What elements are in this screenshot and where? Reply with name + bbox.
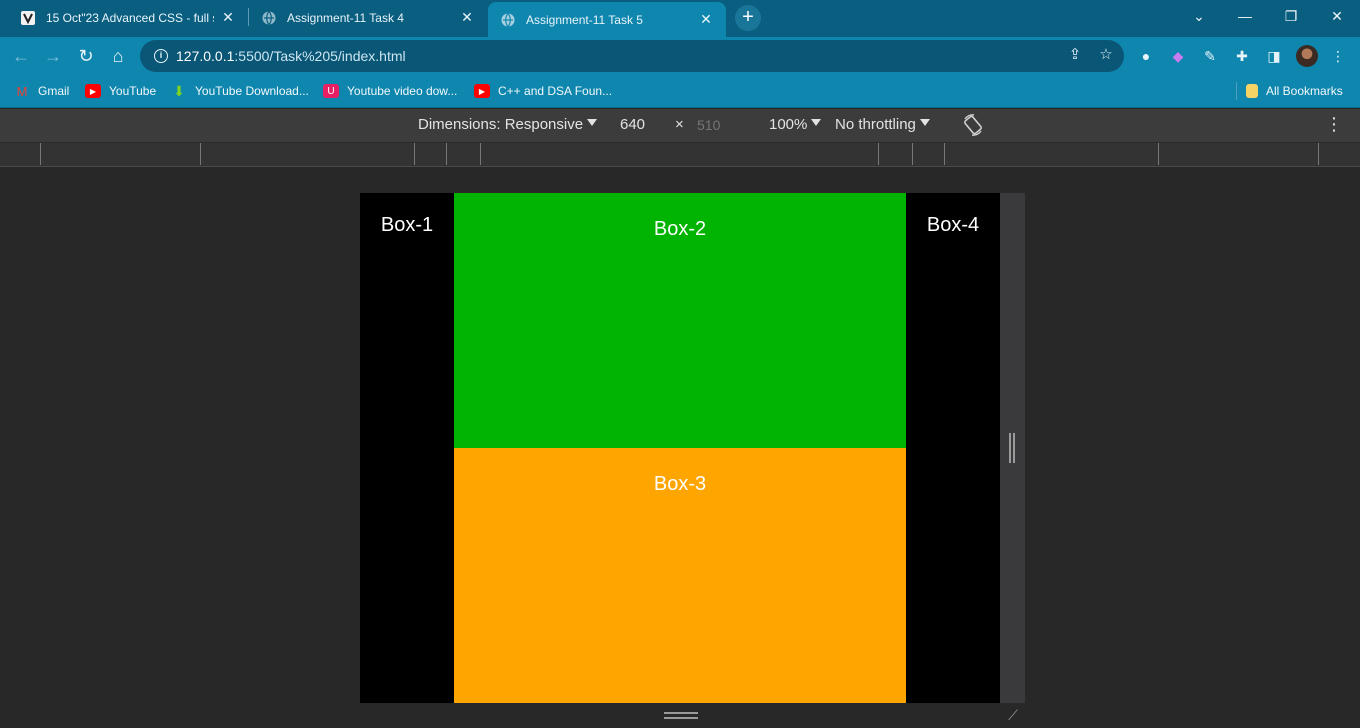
zoom-dropdown[interactable]: 100% <box>769 116 822 133</box>
home-icon[interactable]: ⌂ <box>105 43 131 69</box>
ruler-tick[interactable] <box>40 143 41 165</box>
bookmarks-bar: M Gmail ▶ YouTube ⬇ YouTube Download... … <box>0 75 1360 108</box>
reload-icon[interactable]: ↻ <box>73 43 99 69</box>
bookmark-youtube[interactable]: ▶ YouTube <box>85 82 156 100</box>
globe-icon <box>261 10 277 26</box>
times-icon: × <box>675 116 684 133</box>
bookmark-gmail[interactable]: M Gmail <box>14 82 70 100</box>
bookmark-label: All Bookmarks <box>1266 84 1343 98</box>
side-panel-icon[interactable]: ◨ <box>1264 46 1284 66</box>
folder-icon <box>1246 84 1258 98</box>
profile-avatar[interactable] <box>1296 45 1318 67</box>
ruler-tick[interactable] <box>1158 143 1159 165</box>
caret-down-icon <box>919 119 930 126</box>
tab-title: Assignment-11 Task 4 <box>287 10 404 25</box>
device-toolbar: Dimensions: Responsive 640 × 510 100% No… <box>0 109 1360 143</box>
site-info-icon[interactable]: i <box>154 49 168 63</box>
bookmark-label: YouTube <box>109 84 157 98</box>
ruler-tick[interactable] <box>414 143 415 165</box>
bookmarks-divider <box>1236 82 1237 100</box>
box-2: Box-2 <box>454 193 906 448</box>
close-icon[interactable]: ✕ <box>698 11 714 28</box>
tab-task-5[interactable]: Assignment-11 Task 5 ✕ <box>488 2 726 37</box>
grip-icon <box>1009 433 1015 463</box>
extension-icon[interactable]: ● <box>1136 46 1156 66</box>
close-icon[interactable]: ✕ <box>459 9 475 26</box>
close-window-button[interactable]: ✕ <box>1314 4 1360 28</box>
url-text[interactable]: 127.0.0.1:5500/Task%205/index.html <box>176 48 406 64</box>
tab-title: Assignment-11 Task 5 <box>526 12 643 27</box>
rotate-icon[interactable] <box>962 113 984 141</box>
tab-search-chevron-icon[interactable]: ⌄ <box>1176 4 1222 28</box>
box-1: Box-1 <box>360 193 454 703</box>
caret-down-icon <box>587 119 598 126</box>
box-3-label: Box-3 <box>653 473 707 495</box>
device-viewport: Box-1 Box-2 Box-3 Box-4 <box>360 193 1000 703</box>
bookmark-label: Youtube video dow... <box>347 84 458 98</box>
share-icon[interactable]: ⇪ <box>1066 46 1084 64</box>
globe-icon <box>500 12 516 28</box>
bookmark-label: Gmail <box>38 84 70 98</box>
height-input[interactable]: 510 <box>697 117 720 133</box>
minimize-button[interactable]: — <box>1222 4 1268 28</box>
box-1-label: Box-1 <box>380 214 434 236</box>
ruler-tick[interactable] <box>912 143 913 165</box>
box-4-label: Box-4 <box>926 214 980 236</box>
eyedropper-icon[interactable]: ✎ <box>1200 46 1220 66</box>
bookmark-cpp-dsa[interactable]: ▶ C++ and DSA Foun... <box>474 82 612 100</box>
puzzle-extensions-icon[interactable]: ✚ <box>1232 46 1252 66</box>
bookmark-youtube-video-dow[interactable]: U Youtube video dow... <box>323 82 457 100</box>
forward-arrow-icon[interactable]: → <box>40 43 66 69</box>
browser-toolbar: ← → ↻ ⌂ i 127.0.0.1:5500/Task%205/index.… <box>0 37 1360 75</box>
viewport-resize-handle-right[interactable] <box>1000 193 1025 703</box>
bookmark-label: YouTube Download... <box>195 84 309 98</box>
download-icon: ⬇ <box>173 82 185 99</box>
box-2-label: Box-2 <box>653 218 707 240</box>
dimensions-dropdown[interactable]: Dimensions: Responsive <box>418 116 598 133</box>
box-3: Box-3 <box>454 448 906 703</box>
new-tab-button[interactable]: + <box>735 5 761 31</box>
ruler-tick[interactable] <box>446 143 447 165</box>
restore-button[interactable]: ❐ <box>1268 4 1314 28</box>
viewport-resize-handle-bottom[interactable] <box>664 712 698 719</box>
bookmark-star-icon[interactable]: ☆ <box>1097 46 1115 64</box>
ruler-tick[interactable] <box>878 143 879 165</box>
throttling-dropdown[interactable]: No throttling <box>835 116 930 133</box>
all-bookmarks-button[interactable]: All Bookmarks <box>1246 82 1343 100</box>
caret-down-icon <box>811 119 822 126</box>
tab-advanced-css[interactable]: 15 Oct"23 Advanced CSS - full st ✕ <box>8 2 248 33</box>
media-query-ruler <box>0 143 1360 167</box>
bookmark-label: C++ and DSA Foun... <box>498 84 613 98</box>
ruler-tick[interactable] <box>944 143 945 165</box>
ruler-tick[interactable] <box>1318 143 1319 165</box>
ruler-tick[interactable] <box>480 143 481 165</box>
address-bar[interactable]: i 127.0.0.1:5500/Task%205/index.html <box>140 40 1124 72</box>
video-favicon-icon <box>20 10 36 26</box>
device-toolbar-menu-icon[interactable]: ⋮ <box>1325 114 1343 135</box>
tab-strip: 15 Oct"23 Advanced CSS - full st ✕ Assig… <box>0 0 1360 37</box>
youtube-icon: ▶ <box>474 84 490 98</box>
close-icon[interactable]: ✕ <box>220 9 236 26</box>
back-arrow-icon[interactable]: ← <box>8 43 34 69</box>
bookmark-youtube-download[interactable]: ⬇ YouTube Download... <box>171 82 309 100</box>
youtube-icon: ▶ <box>85 84 101 98</box>
menu-kebab-icon[interactable]: ⋮ <box>1328 46 1348 66</box>
dimensions-label: Dimensions: Responsive <box>418 116 584 133</box>
extension-icon[interactable]: ◆ <box>1168 46 1188 66</box>
throttling-label: No throttling <box>835 116 916 133</box>
viewport-resize-corner-icon[interactable]: ⟋ <box>1004 706 1022 724</box>
ruler-tick[interactable] <box>200 143 201 165</box>
box-4: Box-4 <box>906 193 1000 703</box>
video-download-icon: U <box>323 84 339 98</box>
zoom-label: 100% <box>769 116 808 133</box>
tab-title: 15 Oct"23 Advanced CSS - full st <box>46 10 214 25</box>
width-input[interactable]: 640 <box>620 116 645 133</box>
tab-task-4[interactable]: Assignment-11 Task 4 ✕ <box>249 2 487 33</box>
gmail-icon: M <box>16 83 28 99</box>
